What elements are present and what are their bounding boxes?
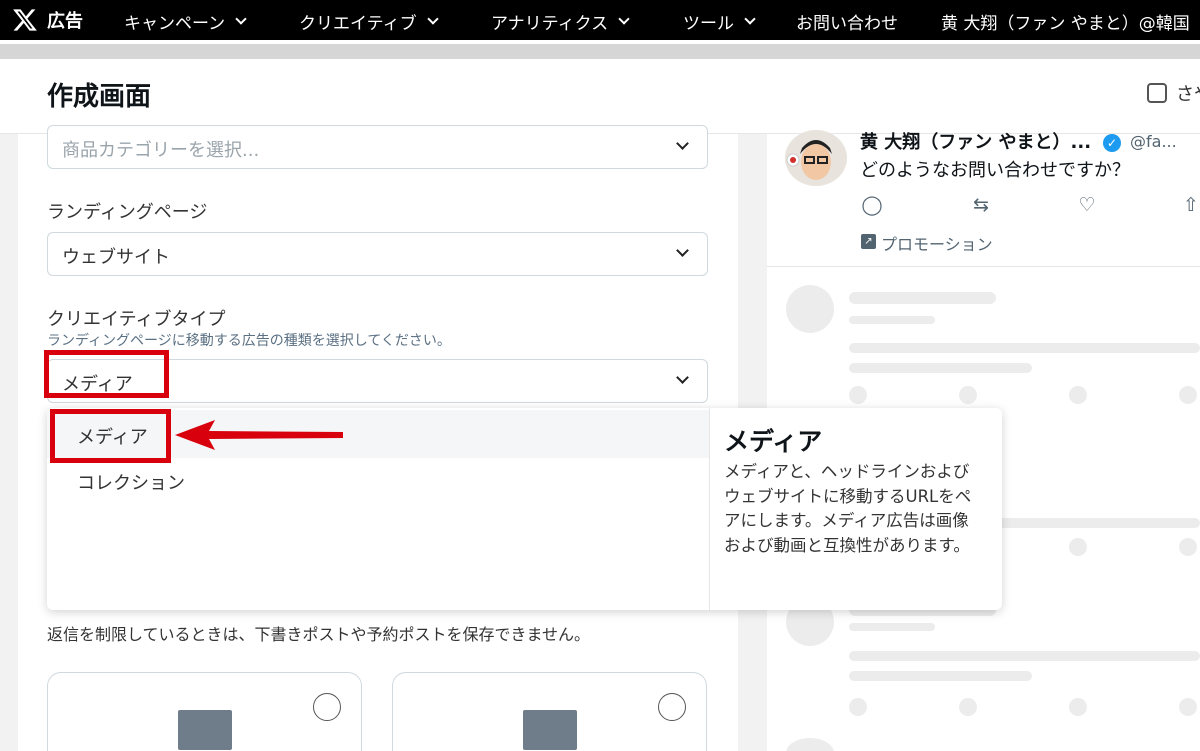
skeleton-dot — [849, 698, 867, 716]
landing-value: ウェブサイト — [62, 247, 170, 268]
promoted-label: プロモーション — [881, 235, 993, 254]
nav-help[interactable]: お問い合わせ — [796, 9, 898, 34]
header-checkbox[interactable] — [1147, 83, 1167, 103]
scroll-track — [0, 40, 1200, 64]
page-header: 作成画面 さや — [0, 64, 1200, 134]
skeleton-dot — [959, 698, 977, 716]
creative-type-label: クリエイティブタイプ — [47, 309, 226, 330]
chevron-down-icon — [676, 244, 689, 257]
chevron-down-icon — [676, 371, 689, 384]
skeleton-line — [849, 292, 996, 304]
radio-button[interactable] — [313, 693, 341, 721]
carousel-card-icon — [523, 710, 577, 750]
nav-analytics[interactable]: アナリティクス — [491, 9, 630, 34]
page-title: 作成画面 — [47, 82, 152, 112]
skeleton-line — [849, 651, 1200, 661]
skeleton-line — [849, 316, 935, 324]
landing-label: ランディングページ — [47, 202, 208, 223]
reply-restriction-note: 返信を制限しているときは、下書きポストや予約ポストを保存できません。 — [47, 625, 591, 644]
radio-button[interactable] — [658, 693, 686, 721]
chevron-down-icon — [235, 13, 247, 25]
highlight-box-select — [44, 350, 169, 398]
preview-name: 黄 大翔（ファン やまと）... — [860, 132, 1092, 153]
skeleton-dot — [1179, 386, 1197, 404]
option-description-title: メディア — [724, 427, 823, 456]
retweet-icon[interactable]: ⇆ — [970, 194, 992, 216]
x-logo-icon[interactable] — [12, 7, 38, 33]
landing-select[interactable]: ウェブサイト — [47, 232, 708, 276]
category-placeholder: 商品カテゴリーを選択... — [62, 140, 260, 161]
nav-tools[interactable]: ツール — [683, 9, 756, 34]
video-card-icon — [178, 710, 232, 750]
skeleton-dot — [849, 386, 867, 404]
skeleton-line — [849, 671, 1032, 681]
nav-account[interactable]: 黄 大翔（ファン やまと）@韓国 — [941, 9, 1190, 34]
preview-handle: @fa... — [1130, 132, 1177, 151]
carousel-type-card[interactable] — [392, 672, 707, 751]
promoted-icon: ↗ — [861, 234, 876, 249]
reply-icon[interactable]: ◯ — [861, 194, 883, 216]
skeleton-avatar — [786, 285, 834, 333]
chevron-down-icon — [618, 13, 630, 25]
skeleton-dot — [1179, 538, 1197, 556]
chevron-down-icon — [744, 13, 756, 25]
like-icon[interactable]: ♡ — [1076, 194, 1098, 216]
annotation-arrow-icon — [175, 420, 343, 450]
skeleton-dot — [1069, 386, 1087, 404]
verified-badge-icon: ✓ — [1103, 134, 1121, 152]
avatar — [785, 130, 847, 186]
skeleton-line — [849, 343, 1200, 353]
divider — [767, 266, 1200, 267]
nav-creatives[interactable]: クリエイティブ — [299, 9, 439, 34]
chevron-down-icon — [426, 13, 439, 25]
option-description-body: メディアと、ヘッドラインおよびウェブサイトに移動するURLをペアにします。メディ… — [724, 462, 972, 555]
top-nav: 広告 キャンペーン クリエイティブ アナリティクス ツール お問い合わせ 黄 大… — [0, 0, 1200, 40]
skeleton-line — [849, 363, 1032, 373]
share-icon[interactable]: ⇧ — [1180, 194, 1200, 216]
preview-text: どのようなお問い合わせですか？ — [860, 160, 1130, 181]
dropdown-divider — [709, 408, 710, 610]
skeleton-dot — [959, 386, 977, 404]
skeleton-dot — [1069, 698, 1087, 716]
highlight-box-option — [50, 409, 171, 463]
category-select[interactable]: 商品カテゴリーを選択... — [47, 125, 708, 169]
media-type-card[interactable] — [47, 672, 362, 751]
skeleton-avatar — [786, 738, 834, 751]
skeleton-dot — [1179, 698, 1197, 716]
skeleton-dot — [1069, 538, 1087, 556]
chevron-down-icon — [676, 137, 689, 150]
header-checkbox-label: さや — [1176, 84, 1200, 105]
dropdown-option-collection[interactable]: コレクション — [47, 456, 709, 504]
nav-campaigns[interactable]: キャンペーン — [124, 9, 247, 34]
creative-type-help: ランディングページに移動する広告の種類を選択してください。 — [47, 333, 451, 349]
skeleton-line — [849, 623, 935, 631]
brand-label: 広告 — [47, 11, 83, 32]
